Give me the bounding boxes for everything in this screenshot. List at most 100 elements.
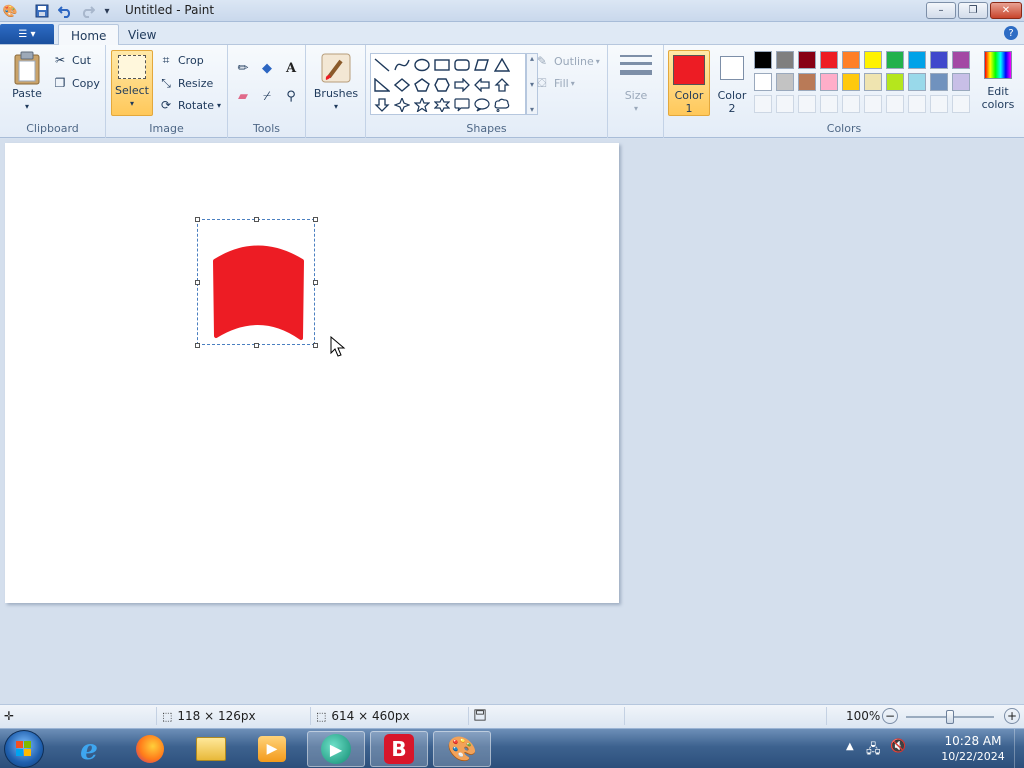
color-swatch[interactable] [952,51,970,69]
brushes-button[interactable]: Brushes ▾ [312,51,360,113]
zoom-slider-thumb[interactable] [946,710,954,724]
start-button[interactable] [4,730,44,768]
show-hidden-icons-icon[interactable]: ▲ [846,741,854,752]
cut-button[interactable]: ✂ Cut [52,51,91,69]
minimize-button[interactable]: – [926,2,956,19]
copy-button[interactable]: ❐ Copy [52,74,100,92]
hexagon-shape-icon[interactable] [432,75,452,94]
color-swatch[interactable] [798,51,816,69]
pentagon-shape-icon[interactable] [412,75,432,94]
taskbar-app-b[interactable]: B [370,731,428,767]
custom-color-slot[interactable] [842,95,860,113]
color-swatch[interactable] [776,73,794,91]
resize-handle-top-left[interactable] [195,217,200,222]
paint-menu-button[interactable]: ☰ ▾ [0,24,54,44]
taskbar-firefox[interactable] [121,731,179,767]
color-swatch[interactable] [776,51,794,69]
color-swatch[interactable] [754,51,772,69]
eraser-icon[interactable]: ▰ [232,86,254,106]
color-swatch[interactable] [886,73,904,91]
volume-muted-icon[interactable]: 🔇 [890,739,906,754]
undo-icon[interactable] [57,3,73,19]
help-icon[interactable]: ? [1004,26,1018,40]
paint-app-icon[interactable]: 🎨 [2,3,18,19]
color-swatch[interactable] [842,73,860,91]
six-point-star-shape-icon[interactable] [432,95,452,114]
rotate-button[interactable]: ⟳ Rotate ▾ [158,96,221,114]
up-arrow-shape-icon[interactable] [492,75,512,94]
selection-rectangle[interactable] [195,217,318,348]
color-swatch[interactable] [908,51,926,69]
resize-handle-left[interactable] [195,280,200,285]
polygon-shape-icon[interactable] [472,55,492,74]
shapes-more-icon[interactable]: ▾ [530,105,534,114]
taskbar-internet-explorer[interactable]: e [60,731,118,767]
restore-button[interactable]: ❐ [958,2,988,19]
down-arrow-shape-icon[interactable] [372,95,392,114]
color-swatch[interactable] [952,73,970,91]
color-swatch[interactable] [886,51,904,69]
rounded-callout-shape-icon[interactable] [452,95,472,114]
color-picker-icon[interactable]: ⌿ [256,86,278,106]
tab-home[interactable]: Home [58,24,120,46]
paste-button[interactable]: Paste ▾ [6,51,48,113]
resize-handle-bottom[interactable] [254,343,259,348]
color-swatch[interactable] [754,73,772,91]
color2-button[interactable]: Color 2 [712,50,752,115]
resize-button[interactable]: ⤡ Resize [158,74,213,92]
left-arrow-shape-icon[interactable] [472,75,492,94]
customize-quick-access-icon[interactable]: ▾ [99,3,115,19]
redo-icon[interactable] [80,3,96,19]
magnifier-icon[interactable]: ⚲ [280,86,302,106]
resize-handle-top-right[interactable] [313,217,318,222]
zoom-slider[interactable] [906,710,994,724]
network-icon[interactable]: 🖧 [866,740,881,762]
taskbar-paint[interactable]: 🎨 [433,731,491,767]
custom-color-slot[interactable] [754,95,772,113]
four-point-star-shape-icon[interactable] [392,95,412,114]
right-triangle-shape-icon[interactable] [372,75,392,94]
size-button[interactable]: Size ▾ [614,53,658,115]
close-button[interactable]: ✕ [990,2,1022,19]
outline-button[interactable]: ✎ Outline ▾ [534,52,600,70]
color-swatch[interactable] [842,51,860,69]
rounded-rectangle-shape-icon[interactable] [452,55,472,74]
custom-color-slot[interactable] [930,95,948,113]
custom-color-slot[interactable] [776,95,794,113]
cloud-callout-shape-icon[interactable] [492,95,512,114]
custom-color-slot[interactable] [908,95,926,113]
zoom-out-button[interactable]: − [882,708,898,724]
resize-handle-right[interactable] [313,280,318,285]
right-arrow-shape-icon[interactable] [452,75,472,94]
resize-handle-top[interactable] [254,217,259,222]
tab-view[interactable]: View [116,24,168,46]
text-icon[interactable]: A [280,58,302,78]
drawing-canvas[interactable] [5,143,619,603]
select-button[interactable]: Select ▾ [111,50,153,116]
oval-callout-shape-icon[interactable] [472,95,492,114]
save-icon[interactable] [34,3,50,19]
color-swatch[interactable] [930,73,948,91]
curve-shape-icon[interactable] [392,55,412,74]
color-swatch[interactable] [864,73,882,91]
color-swatch[interactable] [930,51,948,69]
color-swatch[interactable] [820,51,838,69]
color-swatch[interactable] [908,73,926,91]
taskbar-app-green[interactable]: ▶ [307,731,365,767]
custom-color-slot[interactable] [864,95,882,113]
line-shape-icon[interactable] [372,55,392,74]
custom-color-slot[interactable] [886,95,904,113]
resize-handle-bottom-left[interactable] [195,343,200,348]
fill-button[interactable]: ⛋ Fill ▾ [534,74,574,92]
pencil-icon[interactable]: ✏ [232,58,254,78]
rectangle-shape-icon[interactable] [432,55,452,74]
five-point-star-shape-icon[interactable] [412,95,432,114]
color1-button[interactable]: Color 1 [668,50,710,116]
custom-color-slot[interactable] [952,95,970,113]
oval-shape-icon[interactable] [412,55,432,74]
show-desktop-button[interactable] [1014,729,1024,768]
edit-colors-button[interactable]: Edit colors [976,51,1020,111]
color-swatch[interactable] [798,73,816,91]
triangle-shape-icon[interactable] [492,55,512,74]
color-swatch[interactable] [864,51,882,69]
